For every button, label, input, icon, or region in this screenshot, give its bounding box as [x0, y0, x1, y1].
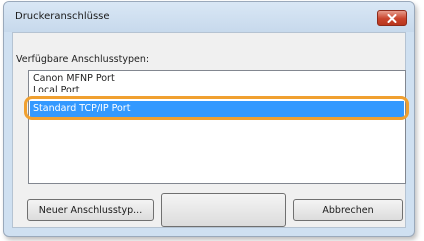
- close-button[interactable]: [377, 10, 407, 26]
- title-bar[interactable]: Druckeranschlüsse: [4, 2, 414, 32]
- cancel-button[interactable]: Abbrechen: [293, 199, 403, 221]
- new-port-button[interactable]: Neuer Anschluss...: [166, 199, 281, 221]
- close-icon: [387, 13, 397, 23]
- list-item-standard-tcpip-port[interactable]: Standard TCP/IP Port: [30, 101, 404, 117]
- list-item-local-port[interactable]: Local Port: [30, 84, 404, 92]
- port-types-label: Verfügbare Anschlusstypen:: [16, 54, 150, 65]
- port-types-list[interactable]: Canon MFNP Port Local Port Standard TCP/…: [28, 70, 406, 184]
- dialog-title: Druckeranschlüsse: [15, 11, 110, 22]
- new-port-type-button[interactable]: Neuer Anschlusstyp...: [27, 199, 154, 221]
